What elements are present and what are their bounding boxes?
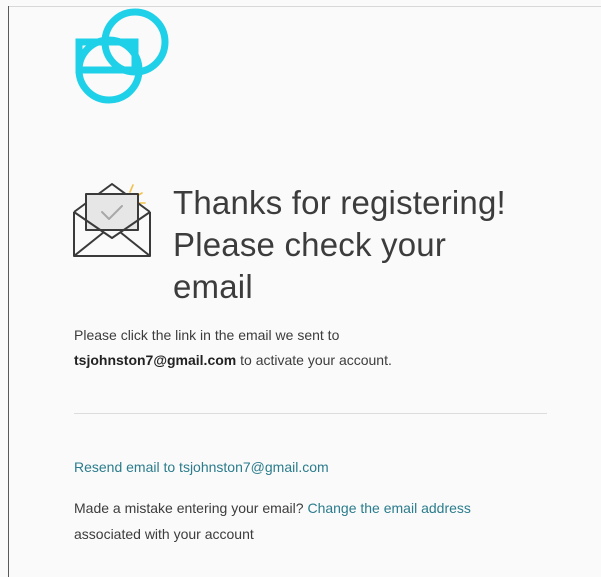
title-line-1: Thanks for registering! xyxy=(173,184,506,221)
divider xyxy=(74,413,547,414)
instruction-line-1: Please click the link in the email we se… xyxy=(74,327,340,343)
instruction-text: Please click the link in the email we se… xyxy=(74,323,574,373)
envelope-check-icon xyxy=(73,183,151,257)
gemini-logo-icon xyxy=(75,8,169,104)
mistake-suffix: associated with your account xyxy=(74,526,254,542)
instruction-line-2: to activate your account. xyxy=(236,352,392,368)
top-border xyxy=(8,6,601,7)
registered-email: tsjohnston7@gmail.com xyxy=(74,352,237,368)
change-email-link[interactable]: Change the email address xyxy=(307,500,470,516)
title-line-2: Please check your xyxy=(173,226,447,263)
page-title: Thanks for registering! Please check you… xyxy=(173,182,573,308)
left-border xyxy=(8,6,9,577)
registration-confirmation-page: Thanks for registering! Please check you… xyxy=(0,0,601,577)
change-email-text: Made a mistake entering your email? Chan… xyxy=(74,495,554,547)
mistake-prefix: Made a mistake entering your email? xyxy=(74,500,308,516)
title-line-3: email xyxy=(173,268,253,305)
resend-email-link[interactable]: Resend email to tsjohnston7@gmail.com xyxy=(74,457,329,477)
